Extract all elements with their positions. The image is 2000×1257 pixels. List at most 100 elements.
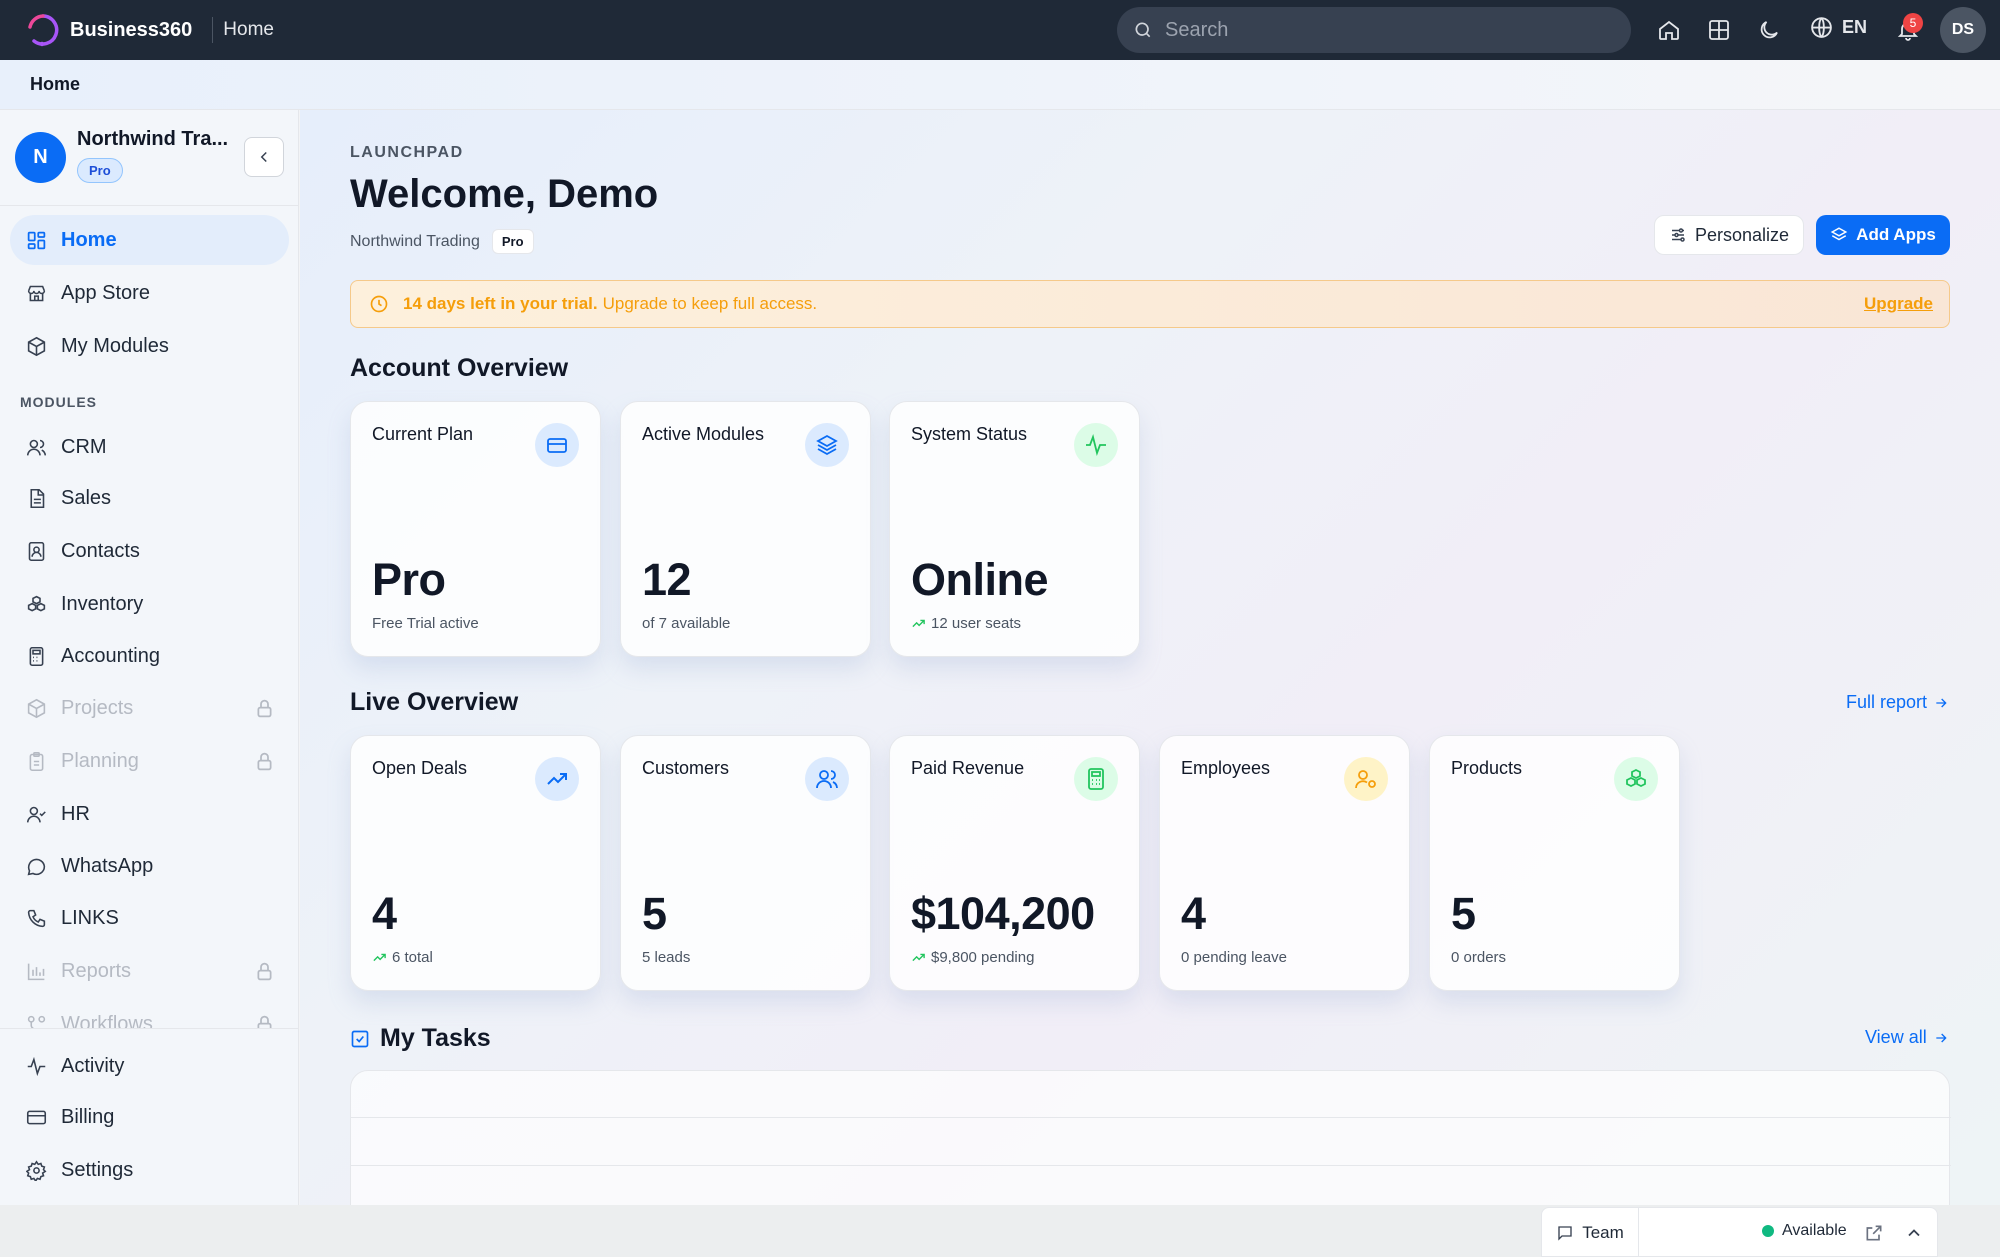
sidebar-item-projects[interactable]: Projects	[10, 683, 289, 733]
card-open-deals[interactable]: Open Deals 4 6 total	[350, 735, 601, 991]
user-avatar[interactable]: DS	[1940, 7, 1986, 53]
sidebar-item-app-store[interactable]: App Store	[10, 268, 289, 318]
trending-up-icon	[373, 953, 386, 962]
card-products[interactable]: Products 5 0 orders	[1429, 735, 1680, 991]
team-label: Team	[1582, 1223, 1624, 1242]
sidebar-item-hr[interactable]: HR	[10, 789, 289, 839]
card-customers[interactable]: Customers 5 5 leads	[620, 735, 871, 991]
card-subtext: 5 leads	[642, 949, 691, 966]
calculator-icon	[1088, 768, 1104, 790]
card-subtext: 0 orders	[1451, 949, 1507, 966]
search-box[interactable]	[1117, 7, 1631, 53]
page-title: Welcome, Demo	[350, 172, 659, 216]
layers-icon	[816, 434, 838, 456]
topbar-divider	[212, 17, 214, 43]
card-title: Products	[1451, 758, 1523, 778]
card-subtext: 6 total	[372, 949, 433, 966]
package-icon	[27, 698, 46, 718]
sidebar-item-inventory[interactable]: Inventory	[10, 579, 289, 629]
theme-toggle[interactable]	[1754, 15, 1784, 45]
notification-badge: 5	[1903, 13, 1923, 33]
sidebar-item-reports[interactable]: Reports	[10, 946, 289, 996]
plan-badge: Pro	[491, 229, 534, 254]
external-link-icon[interactable]	[1864, 1223, 1884, 1243]
sidebar-item-billing[interactable]: Billing	[10, 1092, 289, 1142]
card-value: 12	[642, 554, 692, 605]
apps-button[interactable]	[1704, 15, 1734, 45]
sidebar-item-activity[interactable]: Activity	[10, 1041, 289, 1091]
card-title: Open Deals	[372, 758, 468, 778]
language-switcher[interactable]: EN	[1809, 15, 1867, 40]
card-icon	[1074, 423, 1118, 467]
sidebar-item-label: LINKS	[61, 906, 119, 929]
sidebar-item-accounting[interactable]: Accounting	[10, 631, 289, 681]
availability-status[interactable]: Available	[1762, 1222, 1847, 1240]
trial-banner: 14 days left in your trial. Upgrade to k…	[350, 280, 1950, 328]
gear-icon	[26, 1159, 47, 1181]
my-tasks-header: My Tasks	[350, 1024, 491, 1053]
personalize-label: Personalize	[1694, 224, 1790, 245]
card-icon	[1614, 757, 1658, 801]
sidebar-item-my-modules[interactable]: My Modules	[10, 321, 289, 371]
credit-card-icon	[26, 1110, 47, 1124]
logo[interactable]: Business360	[26, 13, 192, 47]
card-title: System Status	[911, 424, 1028, 444]
collapse-sidebar-button[interactable]	[244, 137, 284, 177]
org-name[interactable]: Northwind Tra...	[77, 128, 228, 151]
sidebar-item-label: HR	[61, 802, 90, 825]
card-value: Online	[911, 554, 1049, 605]
org-plan-badge: Pro	[77, 158, 123, 183]
sidebar-item-label: WhatsApp	[61, 854, 154, 877]
org-avatar[interactable]: N	[15, 132, 66, 183]
live-overview-title: Live Overview	[350, 688, 519, 716]
sidebar-item-crm[interactable]: CRM	[10, 422, 289, 472]
card-paid-revenue[interactable]: Paid Revenue $104,200 $9,800 pending	[889, 735, 1140, 991]
personalize-button[interactable]: Personalize	[1654, 215, 1804, 255]
upgrade-link[interactable]: Upgrade	[1864, 294, 1933, 314]
breadcrumb-current: Home	[30, 74, 81, 94]
checkbox-icon	[351, 1030, 369, 1047]
sidebar-item-contacts[interactable]: Contacts	[10, 526, 289, 576]
sidebar-item-label: Projects	[61, 696, 134, 719]
card-current-plan[interactable]: Current Plan Pro Free Trial active	[350, 401, 601, 657]
sidebar-item-label: CRM	[61, 435, 107, 458]
trending-up-icon	[912, 953, 925, 962]
contact-card-icon	[28, 541, 45, 561]
full-report-link[interactable]: Full report	[1846, 692, 1949, 713]
lock-icon	[257, 962, 272, 980]
card-value: $104,200	[911, 888, 1095, 939]
logo-mark-icon	[28, 14, 59, 47]
chevron-up-icon[interactable]	[1904, 1223, 1924, 1243]
chevron-left-icon	[260, 151, 267, 163]
breadcrumb: Home	[0, 60, 2000, 110]
add-apps-button[interactable]: Add Apps	[1816, 215, 1950, 255]
sidebar-item-settings[interactable]: Settings	[10, 1145, 289, 1195]
search-input[interactable]	[1165, 18, 1605, 42]
view-all-tasks-link[interactable]: View all	[1865, 1027, 1949, 1048]
card-icon	[1074, 757, 1118, 801]
sidebar-item-whatsapp[interactable]: WhatsApp	[10, 841, 289, 891]
layers-icon	[1830, 227, 1848, 241]
clipboard-icon	[29, 751, 44, 771]
card-employees[interactable]: Employees 4 0 pending leave	[1159, 735, 1410, 991]
topbar-crumb[interactable]: Home	[223, 19, 274, 41]
card-active-modules[interactable]: Active Modules 12 of 7 available	[620, 401, 871, 657]
sidebar-item-planning[interactable]: Planning	[10, 736, 289, 786]
card-value: Pro	[372, 554, 446, 605]
card-subtext: 12 user seats	[911, 615, 1021, 632]
activity-icon	[1086, 433, 1106, 457]
sidebar: N Northwind Tra... Pro Home App Store My…	[0, 110, 299, 1205]
task-row-divider	[351, 1165, 1951, 1166]
sidebar-item-sales[interactable]: Sales	[10, 473, 289, 523]
home-icon	[1659, 20, 1679, 40]
account-overview-title: Account Overview	[350, 354, 569, 382]
card-system-status[interactable]: System Status Online 12 user seats	[889, 401, 1140, 657]
home-button[interactable]	[1654, 15, 1684, 45]
sidebar-item-links[interactable]: LINKS	[10, 893, 289, 943]
card-icon	[1344, 757, 1388, 801]
sidebar-item-home[interactable]: Home	[10, 215, 289, 265]
team-chat-button[interactable]: Team	[1542, 1208, 1639, 1257]
company-line: Northwind Trading Pro	[350, 229, 534, 254]
language-code: EN	[1842, 17, 1868, 37]
store-icon	[27, 285, 46, 301]
